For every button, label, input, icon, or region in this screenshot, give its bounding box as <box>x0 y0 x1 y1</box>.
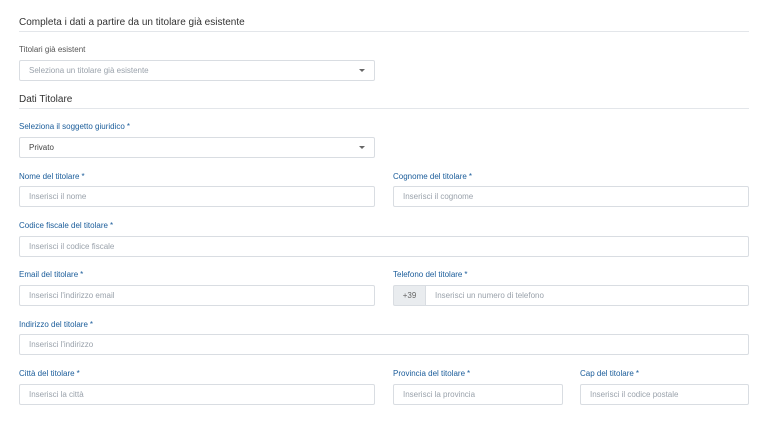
provincia-input[interactable]: Inserisci la provincia <box>393 384 563 405</box>
existing-owner-placeholder: Seleziona un titolare già esistente <box>29 66 149 75</box>
required-marker: * <box>468 172 472 181</box>
chevron-down-icon <box>359 69 365 72</box>
citta-input[interactable]: Inserisci la città <box>19 384 375 405</box>
telefono-placeholder: Inserisci un numero di telefono <box>435 291 544 300</box>
required-marker: * <box>467 369 471 378</box>
required-marker: * <box>126 122 130 131</box>
codice-fiscale-input[interactable]: Inserisci il codice fiscale <box>19 236 749 257</box>
chevron-down-icon <box>359 146 365 149</box>
cap-label: Cap del titolare * <box>580 369 639 378</box>
required-marker: * <box>635 369 639 378</box>
provincia-label: Provincia del titolare * <box>393 369 471 378</box>
email-placeholder: Inserisci l'indirizzo email <box>29 291 115 300</box>
required-marker: * <box>81 172 85 181</box>
citta-label: Città del titolare * <box>19 369 80 378</box>
required-marker: * <box>89 320 94 329</box>
nome-input[interactable]: Inserisci il nome <box>19 186 375 207</box>
provincia-placeholder: Inserisci la provincia <box>403 390 476 399</box>
soggetto-select[interactable]: Privato <box>19 137 375 158</box>
indirizzo-label: Indirizzo del titolare * <box>19 320 94 329</box>
indirizzo-placeholder: Inserisci l'indirizzo <box>29 340 94 349</box>
email-label: Email del titolare * <box>19 270 84 279</box>
divider <box>19 108 749 109</box>
codice-fiscale-label: Codice fiscale del titolare * <box>19 221 114 230</box>
section-title-data: Dati Titolare <box>19 94 73 105</box>
telefono-input[interactable]: Inserisci un numero di telefono <box>425 285 749 306</box>
required-marker: * <box>80 270 84 279</box>
divider <box>19 31 749 32</box>
soggetto-label: Seleziona il soggetto giuridico * <box>19 122 130 131</box>
required-marker: * <box>109 221 114 230</box>
phone-prefix: +39 <box>393 285 425 306</box>
codice-fiscale-placeholder: Inserisci il codice fiscale <box>29 242 115 251</box>
soggetto-value: Privato <box>29 143 54 152</box>
telefono-label: Telefono del titolare * <box>393 270 468 279</box>
cognome-placeholder: Inserisci il cognome <box>403 192 474 201</box>
cognome-label: Cognome del titolare * <box>393 172 472 181</box>
required-marker: * <box>76 369 80 378</box>
required-marker: * <box>464 270 468 279</box>
cap-placeholder: Inserisci il codice postale <box>590 390 679 399</box>
existing-owner-select[interactable]: Seleziona un titolare già esistente <box>19 60 375 81</box>
existing-owner-label: Titolari già esistent <box>19 45 86 54</box>
cognome-input[interactable]: Inserisci il cognome <box>393 186 749 207</box>
cap-input[interactable]: Inserisci il codice postale <box>580 384 749 405</box>
citta-placeholder: Inserisci la città <box>29 390 84 399</box>
indirizzo-input[interactable]: Inserisci l'indirizzo <box>19 334 749 355</box>
nome-placeholder: Inserisci il nome <box>29 192 87 201</box>
section-title-existing: Completa i dati a partire da un titolare… <box>19 17 245 28</box>
nome-label: Nome del titolare * <box>19 172 85 181</box>
email-input[interactable]: Inserisci l'indirizzo email <box>19 285 375 306</box>
